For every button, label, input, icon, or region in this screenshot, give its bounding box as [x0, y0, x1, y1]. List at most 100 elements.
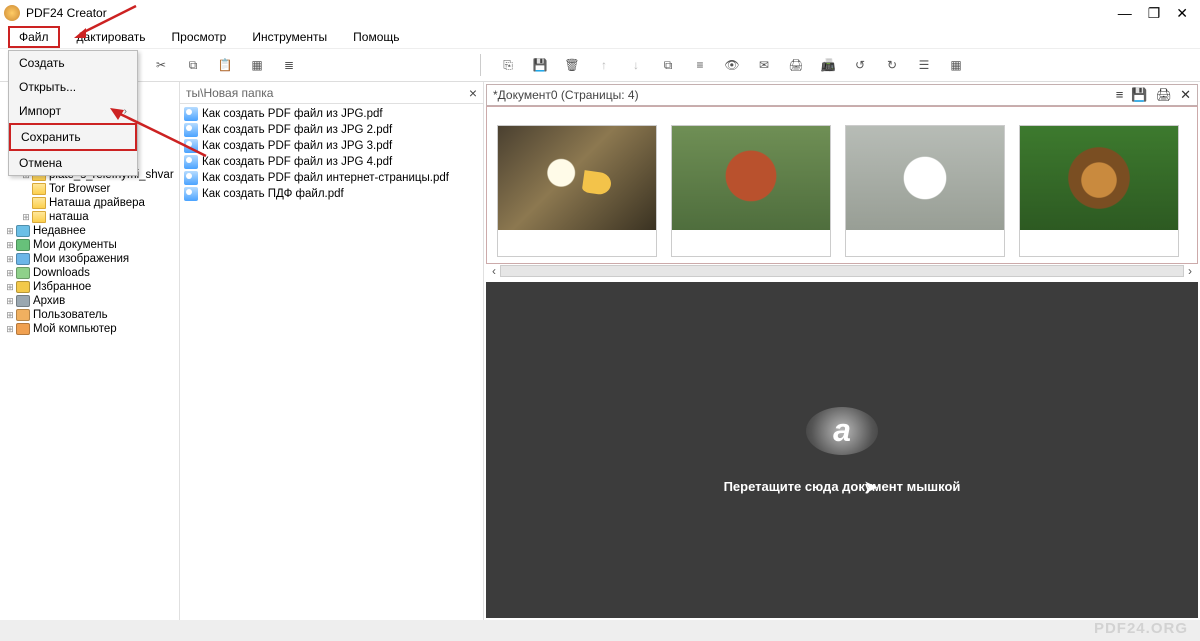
rotate-right-icon[interactable]: ↻: [881, 54, 903, 76]
watermark: PDF24.ORG: [1094, 620, 1188, 637]
page-thumb-4[interactable]: [1019, 125, 1179, 257]
rotate-left-icon[interactable]: ↺: [849, 54, 871, 76]
page-thumb-1[interactable]: [497, 125, 657, 257]
page-thumb-3[interactable]: [845, 125, 1005, 257]
file-menu-create[interactable]: Создать: [9, 51, 137, 75]
tree-item-label: Избранное: [33, 281, 91, 293]
copy-icon[interactable]: ⧉: [182, 54, 204, 76]
stream-icon[interactable]: ≡: [689, 54, 711, 76]
tree-item[interactable]: ⊞ Downloads: [0, 266, 179, 280]
page-thumb-3-image: [846, 126, 1004, 230]
tree-item-label: Мои изображения: [33, 253, 129, 265]
menu-help[interactable]: Помощь: [344, 28, 408, 46]
list-icon[interactable]: ≣: [278, 54, 300, 76]
scroll-right-icon[interactable]: ›: [1188, 264, 1192, 278]
tree-archive-icon: [16, 295, 30, 307]
print-icon[interactable]: 🖨: [785, 54, 807, 76]
file-row[interactable]: Как создать ПДФ файл.pdf: [184, 186, 479, 202]
tree-item[interactable]: ⊞ Мои изображения: [0, 252, 179, 266]
menu-file[interactable]: Файл: [8, 26, 60, 48]
file-pane: ты\Новая папка × Как создать PDF файл из…: [180, 82, 484, 620]
save-icon[interactable]: 💾: [1131, 87, 1147, 103]
tree-expand-icon[interactable]: ⊞: [4, 324, 16, 335]
file-row[interactable]: Как создать PDF файл из JPG 2.pdf: [184, 122, 479, 138]
minimize-button[interactable]: —: [1118, 6, 1132, 20]
file-row[interactable]: Как создать PDF файл из JPG 4.pdf: [184, 154, 479, 170]
tree-item-label: Архив: [33, 295, 65, 307]
properties-icon[interactable]: ☰: [913, 54, 935, 76]
app-icon: [4, 5, 20, 21]
maximize-button[interactable]: ❐: [1148, 6, 1161, 20]
pdf-file-icon: [184, 187, 198, 201]
file-menu-open[interactable]: Открыть...: [9, 75, 137, 99]
document-title: *Документ0 (Страницы: 4): [493, 88, 639, 102]
tree-item-label: Мой компьютер: [33, 323, 117, 335]
fax-icon[interactable]: 📠: [817, 54, 839, 76]
tree-item[interactable]: ⊞ Избранное: [0, 280, 179, 294]
scissors-icon[interactable]: ✂: [150, 54, 172, 76]
tree-item-label: Мои документы: [33, 239, 117, 251]
page-thumb-4-image: [1020, 126, 1178, 230]
tree-expand-icon[interactable]: ⊞: [4, 310, 16, 321]
menu-icon[interactable]: ≡: [1116, 87, 1124, 103]
print-icon[interactable]: 🖨: [1156, 87, 1173, 103]
arrow-down-icon[interactable]: ↓: [625, 54, 647, 76]
tree-item-label: Tor Browser: [49, 183, 110, 195]
menu-bar: Файл дактировать Просмотр Инструменты По…: [0, 26, 1200, 48]
dropzone-text: Перетащите сюда документ мышкой: [724, 479, 961, 494]
tree-item[interactable]: Tor Browser: [0, 182, 179, 196]
arrow-up-icon[interactable]: ↑: [593, 54, 615, 76]
tree-item[interactable]: ⊞наташа: [0, 210, 179, 224]
path-close-icon[interactable]: ×: [469, 85, 477, 101]
tree-item[interactable]: ⊞ Мои документы: [0, 238, 179, 252]
tree-item[interactable]: ⊞ Недавнее: [0, 224, 179, 238]
tree-expand-icon[interactable]: ⊞: [4, 296, 16, 307]
new-doc-icon[interactable]: ⎘: [497, 54, 519, 76]
scroll-track[interactable]: [500, 265, 1184, 277]
clipboard-icon[interactable]: 📋: [214, 54, 236, 76]
app-title: PDF24 Creator: [26, 6, 1118, 20]
tree-expand-icon[interactable]: ⊞: [4, 268, 16, 279]
toolbar-row: ✂ ⧉ 📋 ▦ ≣ ⎘ 💾 🗑 ↑ ↓ ⧉ ≡ 👁 ✉ 🖨 📠 ↺ ↻ ☰ ▦: [0, 48, 1200, 82]
thumbnail-strip[interactable]: [486, 106, 1198, 264]
tree-expand-icon[interactable]: ⊞: [4, 282, 16, 293]
link-icon[interactable]: ⧉: [657, 54, 679, 76]
close-icon[interactable]: ✕: [1180, 87, 1191, 103]
tree-item-label: Недавнее: [33, 225, 86, 237]
drop-zone[interactable]: a ➤ Перетащите сюда документ мышкой: [486, 282, 1198, 618]
tree-expand-icon[interactable]: ⊞: [20, 212, 32, 223]
page-thumb-2[interactable]: [671, 125, 831, 257]
annotation-arrow-2: [110, 108, 210, 162]
tree-images-icon: [16, 253, 30, 265]
tree-item[interactable]: ⊞ Мой компьютер: [0, 322, 179, 336]
tree-item[interactable]: Наташа драйвера: [0, 196, 179, 210]
close-button[interactable]: ✕: [1176, 6, 1188, 20]
scroll-left-icon[interactable]: ‹: [492, 264, 496, 278]
tree-item[interactable]: ⊞ Архив: [0, 294, 179, 308]
file-name: Как создать PDF файл из JPG 2.pdf: [202, 124, 392, 136]
tree-expand-icon[interactable]: ⊞: [4, 254, 16, 265]
mail-icon[interactable]: ✉: [753, 54, 775, 76]
menu-view[interactable]: Просмотр: [163, 28, 236, 46]
tree-recent-icon: [16, 225, 30, 237]
eye-icon[interactable]: 👁: [721, 54, 743, 76]
thumb-scrollbar[interactable]: ‹ ›: [486, 264, 1198, 282]
file-row[interactable]: Как создать PDF файл интернет-страницы.p…: [184, 170, 479, 186]
file-name: Как создать PDF файл из JPG 3.pdf: [202, 140, 392, 152]
document-header: *Документ0 (Страницы: 4) ≡ 💾 🖨 ✕: [486, 84, 1198, 106]
save-icon[interactable]: 💾: [529, 54, 551, 76]
grid-icon[interactable]: ▦: [246, 54, 268, 76]
file-name: Как создать ПДФ файл.pdf: [202, 188, 344, 200]
file-row[interactable]: Как создать PDF файл из JPG 3.pdf: [184, 138, 479, 154]
delete-icon[interactable]: 🗑: [561, 54, 583, 76]
tree-expand-icon[interactable]: ⊞: [4, 240, 16, 251]
menu-tools[interactable]: Инструменты: [243, 28, 336, 46]
file-row[interactable]: Как создать PDF файл из JPG.pdf: [184, 106, 479, 122]
tree-expand-icon[interactable]: ⊞: [4, 226, 16, 237]
tree-computer-icon: [16, 323, 30, 335]
tree-item-label: Downloads: [33, 267, 90, 279]
tree-fav-icon: [16, 281, 30, 293]
tree-item[interactable]: ⊞Пользователь: [0, 308, 179, 322]
tree-folder-icon: [32, 197, 46, 209]
tiles-icon[interactable]: ▦: [945, 54, 967, 76]
